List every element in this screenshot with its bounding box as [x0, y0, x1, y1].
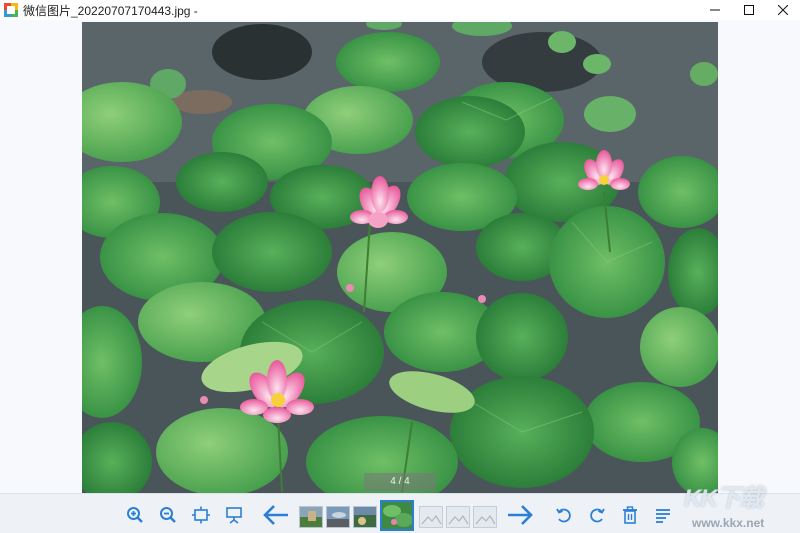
- thumbnail-placeholder-2[interactable]: [446, 506, 470, 528]
- zoom-in-icon: [127, 507, 143, 523]
- more-menu-button[interactable]: [652, 504, 674, 526]
- thumbnail-2[interactable]: [326, 506, 350, 528]
- thumbnail-4-current[interactable]: [380, 500, 414, 531]
- rotate-right-button[interactable]: [586, 504, 608, 526]
- prev-arrow-icon: [263, 505, 288, 525]
- close-button[interactable]: [766, 0, 800, 20]
- thumbnail-3[interactable]: [353, 506, 377, 528]
- menu-icon: [656, 509, 670, 523]
- rotate-right-icon: [590, 508, 605, 523]
- image-viewport[interactable]: 4 / 4: [0, 20, 800, 493]
- delete-button[interactable]: [619, 504, 641, 526]
- next-arrow-icon: [508, 505, 533, 525]
- zoom-out-button[interactable]: [157, 504, 179, 526]
- image-placeholder-icon: [448, 514, 469, 525]
- fit-to-window-button[interactable]: [190, 504, 212, 526]
- maximize-icon: [744, 5, 754, 15]
- minimize-icon: [710, 9, 720, 11]
- next-image-button[interactable]: [506, 504, 534, 526]
- image-viewer-window: 微信图片_20220707170443.jpg - 4 / 4 KK下载 www…: [0, 0, 800, 533]
- delete-icon: [623, 506, 637, 524]
- zoom-out-icon: [160, 507, 176, 523]
- fit-to-window-icon: [192, 506, 210, 524]
- window-title: 微信图片_20220707170443.jpg -: [23, 3, 198, 18]
- image-placeholder-icon: [421, 514, 442, 525]
- thumbnail-placeholder-3[interactable]: [473, 506, 497, 528]
- rotate-left-icon: [556, 508, 571, 523]
- minimize-button[interactable]: [698, 0, 732, 20]
- rotate-left-button[interactable]: [553, 504, 575, 526]
- zoom-in-button[interactable]: [124, 504, 146, 526]
- title-bar[interactable]: 微信图片_20220707170443.jpg -: [0, 0, 800, 20]
- page-counter: 4 / 4: [364, 473, 436, 491]
- lotus-photo: [82, 22, 718, 493]
- bottom-toolbar: [0, 493, 800, 533]
- slideshow-icon: [226, 507, 242, 524]
- thumbnail-1[interactable]: [299, 506, 323, 528]
- image-placeholder-icon: [475, 514, 496, 525]
- maximize-button[interactable]: [732, 0, 766, 20]
- previous-image-button[interactable]: [262, 504, 290, 526]
- close-icon: [778, 5, 788, 15]
- app-icon: [4, 3, 18, 17]
- slideshow-button[interactable]: [223, 504, 245, 526]
- thumbnail-placeholder-1[interactable]: [419, 506, 443, 528]
